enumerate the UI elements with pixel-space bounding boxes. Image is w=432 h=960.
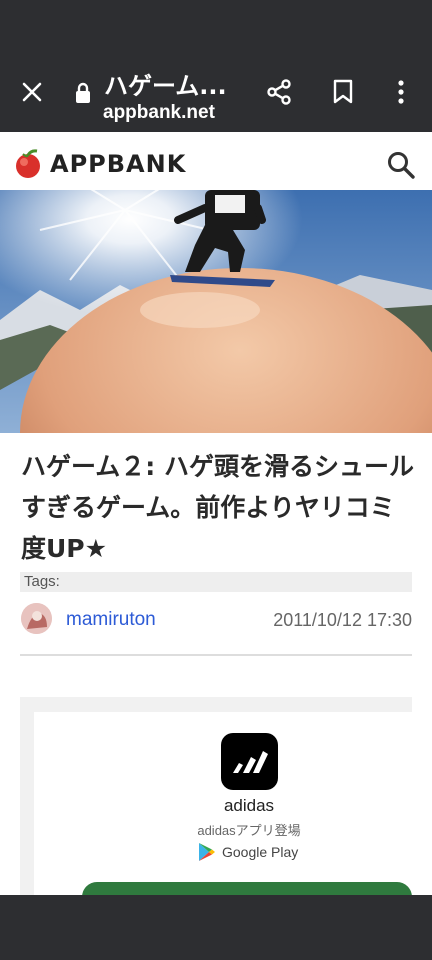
- author-avatar[interactable]: [21, 603, 52, 634]
- tags-label: Tags:: [20, 572, 412, 592]
- page-title[interactable]: ハゲーム...: [104, 66, 227, 101]
- adidas-logo-icon[interactable]: [221, 733, 278, 790]
- author-link[interactable]: mamiruton: [66, 609, 156, 631]
- article-title: ハゲーム２: ハゲ頭を滑るシュールすぎるゲーム。前作よりヤリコミ度UP★: [21, 452, 414, 563]
- google-play-badge[interactable]: Google Play: [198, 842, 298, 862]
- bottom-bar: [0, 895, 432, 960]
- ad-app-name: adidas: [223, 796, 275, 815]
- status-bar: [0, 0, 432, 52]
- search-icon[interactable]: [386, 150, 416, 185]
- lock-icon: [74, 82, 92, 109]
- bookmark-icon[interactable]: [321, 70, 365, 114]
- close-icon[interactable]: [10, 70, 54, 114]
- site-header: APPBANK: [0, 132, 432, 190]
- site-logo[interactable]: APPBANK: [50, 150, 186, 178]
- apple-logo-icon[interactable]: [13, 149, 43, 184]
- more-options-icon[interactable]: [379, 70, 423, 114]
- hero-image: [0, 190, 432, 433]
- google-play-icon: [199, 843, 215, 861]
- google-play-label: Google Play: [222, 844, 299, 860]
- divider: [20, 654, 412, 656]
- share-icon[interactable]: [257, 70, 301, 114]
- url-text[interactable]: appbank.net: [103, 102, 215, 124]
- browser-toolbar: ハゲーム... appbank.net: [0, 52, 432, 132]
- publish-date: 2011/10/12 17:30: [273, 610, 412, 630]
- ad-subtitle: adidasアプリ登場: [197, 823, 301, 838]
